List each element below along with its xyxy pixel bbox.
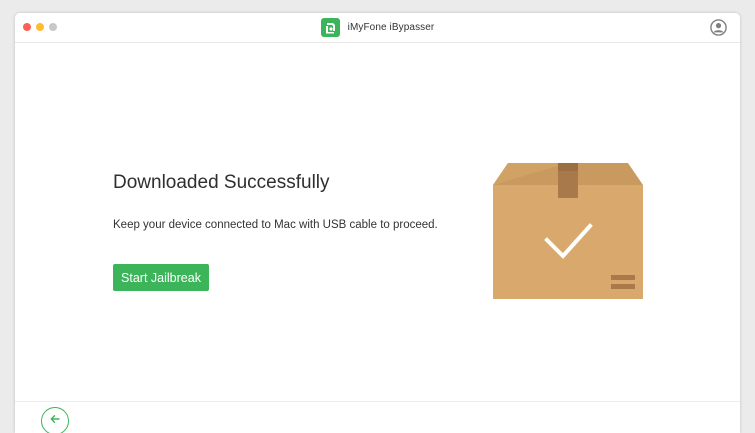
page-title: Downloaded Successfully xyxy=(113,172,330,193)
footer-divider xyxy=(15,401,740,402)
user-account-icon[interactable] xyxy=(710,19,727,36)
window-title-group: iMyFone iBypasser xyxy=(15,13,740,42)
imyfone-logo-icon xyxy=(320,18,340,37)
instruction-text: Keep your device connected to Mac with U… xyxy=(113,219,438,231)
start-jailbreak-button[interactable]: Start Jailbreak xyxy=(113,264,209,291)
back-arrow-icon xyxy=(49,412,61,430)
title-bar: iMyFone iBypasser xyxy=(15,13,740,43)
window-title: iMyFone iBypasser xyxy=(347,22,435,33)
package-box-checkmark-icon xyxy=(493,163,643,299)
app-window: iMyFone iBypasser Downloaded Successfull… xyxy=(15,13,740,433)
back-button[interactable] xyxy=(41,407,69,433)
